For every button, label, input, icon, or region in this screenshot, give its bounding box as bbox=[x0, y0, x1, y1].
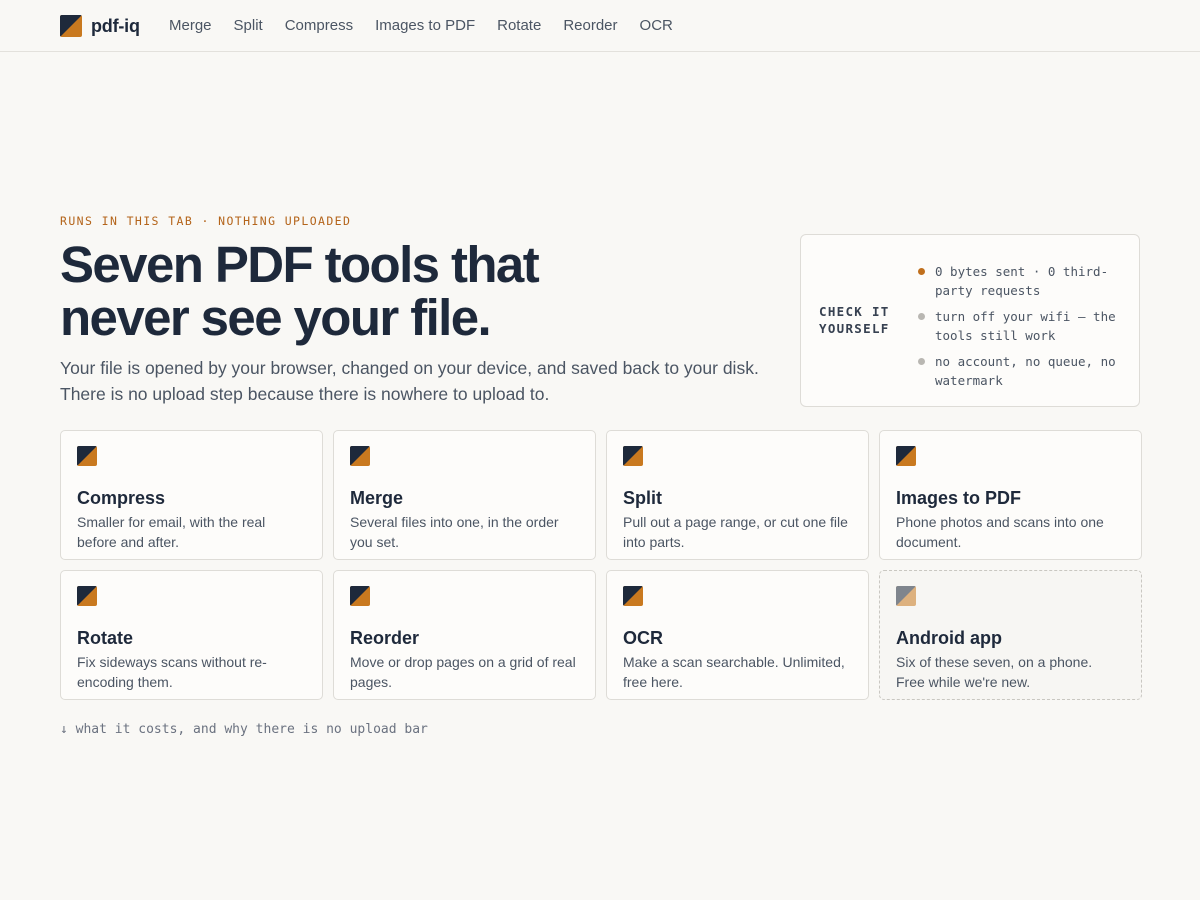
brand-link[interactable]: pdf-iq bbox=[60, 15, 140, 37]
top-nav-bar: pdf-iq Merge Split Compress Images to PD… bbox=[0, 0, 1200, 52]
check-item-text: turn off your wifi — the tools still wor… bbox=[935, 309, 1116, 343]
subtitle-line-2: There is no upload step because there is… bbox=[60, 384, 550, 404]
check-item: 0 bytes sent · 0 third-party requests bbox=[918, 263, 1124, 300]
tool-card-android-app[interactable]: Android app Six of these seven, on a pho… bbox=[879, 570, 1142, 700]
tool-description: Move or drop pages on a grid of real pag… bbox=[350, 654, 576, 690]
nav-merge[interactable]: Merge bbox=[169, 15, 212, 37]
hero-headline: Seven PDF tools that never see your file… bbox=[60, 238, 620, 344]
gray-dot-icon bbox=[918, 313, 925, 320]
nav-split[interactable]: Split bbox=[234, 15, 263, 37]
tool-title: OCR bbox=[623, 628, 663, 648]
pdf-iq-logo-icon bbox=[896, 446, 916, 466]
tool-title: Split bbox=[623, 488, 662, 508]
pdf-iq-logo-icon bbox=[896, 586, 916, 606]
nav-ocr[interactable]: OCR bbox=[640, 15, 673, 37]
pdf-iq-logo-icon bbox=[350, 586, 370, 606]
tool-grid: Compress Smaller for email, with the rea… bbox=[60, 430, 1142, 700]
tool-description: Fix sideways scans without re-encoding t… bbox=[77, 654, 267, 690]
tool-description: Make a scan searchable. Unlimited, free … bbox=[623, 654, 845, 690]
tool-card-ocr[interactable]: OCR Make a scan searchable. Unlimited, f… bbox=[606, 570, 869, 700]
tool-card-images-to-pdf[interactable]: Images to PDF Phone photos and scans int… bbox=[879, 430, 1142, 560]
main-nav: Merge Split Compress Images to PDF Rotat… bbox=[169, 15, 673, 37]
headline-line-1: Seven PDF tools that bbox=[60, 236, 540, 293]
pdf-iq-logo-icon bbox=[77, 586, 97, 606]
check-card-title: CHECK IT YOURSELF bbox=[819, 304, 890, 336]
check-item-text: no account, no queue, no watermark bbox=[935, 354, 1116, 388]
tool-title: Rotate bbox=[77, 628, 134, 648]
tool-title: Compress bbox=[77, 488, 166, 508]
pdf-iq-logo-icon bbox=[350, 446, 370, 466]
check-item: no account, no queue, no watermark bbox=[918, 353, 1124, 390]
pricing-anchor-link[interactable]: ↓ what it costs, and why there is no upl… bbox=[60, 722, 428, 737]
check-item: turn off your wifi — the tools still wor… bbox=[918, 308, 1124, 345]
tool-card-reorder[interactable]: Reorder Move or drop pages on a grid of … bbox=[333, 570, 596, 700]
check-list: 0 bytes sent · 0 third-party requests tu… bbox=[918, 263, 1124, 398]
tool-card-rotate[interactable]: Rotate Fix sideways scans without re-enc… bbox=[60, 570, 323, 700]
nav-reorder[interactable]: Reorder bbox=[563, 15, 617, 37]
pdf-iq-logo-icon bbox=[60, 15, 82, 37]
orange-dot-icon bbox=[918, 268, 925, 275]
tool-description: Smaller for email, with the real before … bbox=[77, 514, 266, 550]
headline-line-2: never see your file. bbox=[60, 289, 492, 346]
tool-title: Merge bbox=[350, 488, 404, 508]
tool-card-merge[interactable]: Merge Several files into one, in the ord… bbox=[333, 430, 596, 560]
pdf-iq-logo-icon bbox=[77, 446, 97, 466]
nav-images-to-pdf[interactable]: Images to PDF bbox=[375, 15, 475, 37]
tool-card-compress[interactable]: Compress Smaller for email, with the rea… bbox=[60, 430, 323, 560]
pdf-iq-logo-icon bbox=[623, 446, 643, 466]
tool-description: Phone photos and scans into one document… bbox=[896, 514, 1104, 550]
tool-title: Reorder bbox=[350, 628, 420, 648]
tool-description: Six of these seven, on a phone. Free whi… bbox=[896, 654, 1093, 690]
pdf-iq-logo-icon bbox=[623, 586, 643, 606]
gray-dot-icon bbox=[918, 358, 925, 365]
hero-eyebrow: RUNS IN THIS TAB · NOTHING UPLOADED bbox=[60, 214, 352, 228]
check-it-yourself-card: CHECK IT YOURSELF 0 bytes sent · 0 third… bbox=[800, 234, 1140, 407]
brand-name: pdf-iq bbox=[91, 15, 140, 36]
tool-card-split[interactable]: Split Pull out a page range, or cut one … bbox=[606, 430, 869, 560]
check-item-text: 0 bytes sent · 0 third-party requests bbox=[935, 264, 1109, 298]
tool-title: Images to PDF bbox=[896, 488, 1022, 508]
nav-rotate[interactable]: Rotate bbox=[497, 15, 541, 37]
subtitle-line-1: Your file is opened by your browser, cha… bbox=[60, 358, 759, 378]
tool-description: Pull out a page range, or cut one file i… bbox=[623, 514, 848, 550]
hero-subtitle: Your file is opened by your browser, cha… bbox=[60, 355, 780, 407]
nav-compress[interactable]: Compress bbox=[285, 15, 353, 37]
tool-description: Several files into one, in the order you… bbox=[350, 514, 559, 550]
tool-title: Android app bbox=[896, 628, 1002, 648]
